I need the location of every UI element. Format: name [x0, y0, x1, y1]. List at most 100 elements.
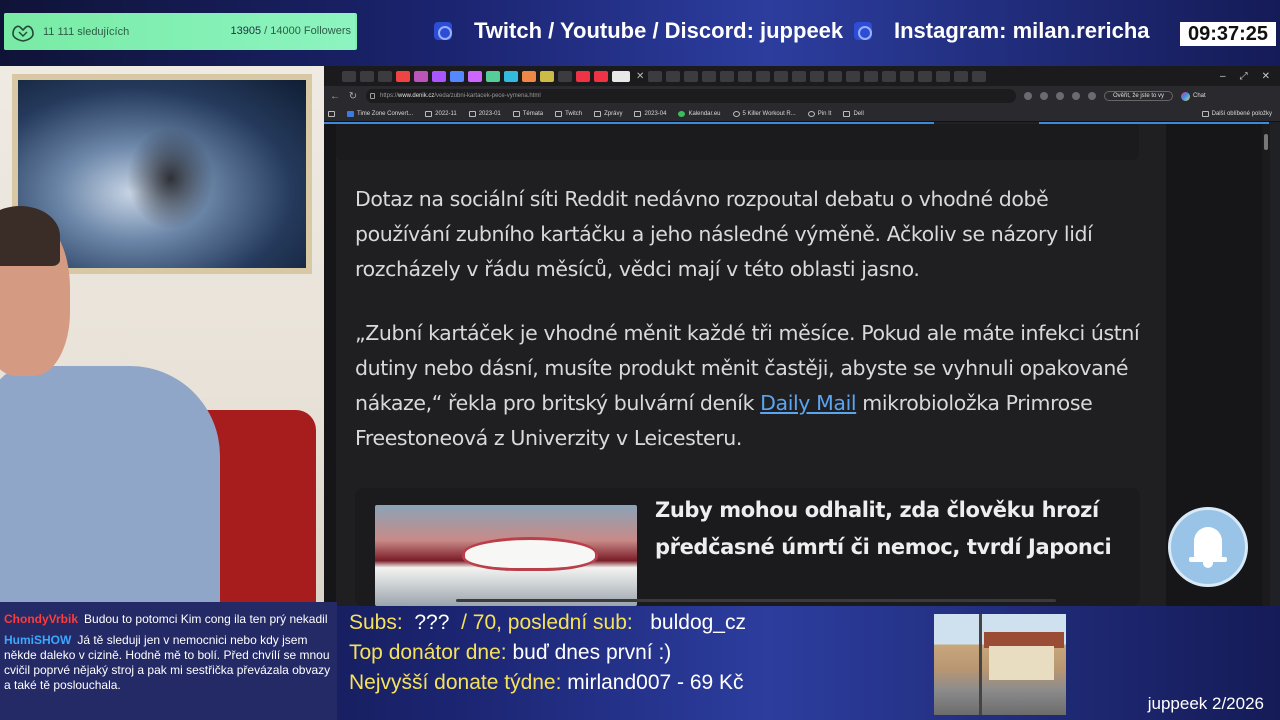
- browser-tab[interactable]: [558, 70, 572, 82]
- address-bar[interactable]: https://www.denik.cz/veda/zubni-kartacek…: [366, 89, 1016, 103]
- close-window-icon[interactable]: ✕: [1262, 71, 1270, 82]
- browser-tab[interactable]: [504, 70, 518, 82]
- tab-close-icon[interactable]: ✕: [636, 71, 644, 82]
- bookmark-icon: [732, 110, 740, 117]
- browser-tab[interactable]: [756, 70, 771, 82]
- browser-tab[interactable]: [918, 70, 933, 82]
- social-twitch-label: Twitch / Youtube / Discord: juppeek: [474, 18, 844, 43]
- bookmark-item[interactable]: Kalendar.eu: [678, 110, 721, 117]
- browser-tab[interactable]: [522, 70, 536, 82]
- browser-tab[interactable]: [810, 70, 825, 82]
- browser-tab[interactable]: [450, 70, 464, 82]
- maximize-icon[interactable]: ⤢: [1240, 71, 1248, 82]
- follower-label: 11 111 sledujících: [43, 25, 130, 38]
- copilot-chat-button[interactable]: Chat: [1181, 91, 1206, 101]
- extension-icon[interactable]: [1056, 92, 1064, 100]
- browser-tab[interactable]: [342, 70, 356, 82]
- browser-tab[interactable]: [720, 70, 735, 82]
- browser-tab[interactable]: [900, 70, 915, 82]
- stream-overlay: 11 111 sledujících 13905 / 14000 Followe…: [0, 0, 1280, 720]
- browser-tab[interactable]: [468, 70, 482, 82]
- bookmark-item[interactable]: 5 Killer Workout R...: [732, 110, 796, 117]
- top-donate-week-line: Nejvyšší donate týdne: mirland007 - 69 K…: [349, 671, 744, 694]
- bookmark-item[interactable]: 2023-04: [634, 110, 667, 117]
- chat-text: Budou to potomci Kim cong ila ten prý ne…: [84, 612, 328, 626]
- folder-icon: [594, 110, 602, 117]
- copilot-icon: [1181, 91, 1191, 101]
- bookmark-item[interactable]: Témata: [512, 110, 544, 117]
- outdoor-camera-feed: [934, 614, 1066, 715]
- bookmark-icon: [678, 110, 686, 117]
- browser-tab[interactable]: [684, 70, 699, 82]
- browser-tab[interactable]: [828, 70, 843, 82]
- twitch-icon: [434, 22, 452, 40]
- browser-tab[interactable]: [594, 70, 608, 82]
- browser-tab[interactable]: [576, 70, 590, 82]
- bookmark-label: Twitch: [565, 110, 583, 117]
- browser-tab[interactable]: [972, 70, 987, 82]
- minimize-icon[interactable]: –: [1220, 71, 1226, 82]
- bookmark-label: Témata: [522, 110, 544, 117]
- browser-tab[interactable]: [396, 70, 410, 82]
- scroll-thumb[interactable]: [1264, 134, 1268, 150]
- horizontal-scrollbar[interactable]: [456, 599, 1056, 602]
- browser-tab[interactable]: [774, 70, 789, 82]
- related-article-card[interactable]: Zuby mohou odhalit, zda člověku hrozí př…: [355, 488, 1140, 606]
- clock: 09:37:25: [1180, 22, 1276, 46]
- bookmark-label: 5 Killer Workout R...: [742, 110, 796, 117]
- browser-tab[interactable]: [846, 70, 861, 82]
- bookmarks-menu-icon[interactable]: [328, 110, 335, 117]
- notification-bell-button[interactable]: [1168, 507, 1248, 587]
- browser-tab[interactable]: [954, 70, 969, 82]
- stream-stats: Subs: ??? / 70, poslední sub: buldog_cz …: [349, 608, 746, 698]
- bookmark-item[interactable]: Time Zone Convert...: [347, 110, 413, 117]
- browser-tab[interactable]: [702, 70, 717, 82]
- reload-icon[interactable]: ↻: [348, 91, 358, 102]
- folder-icon: [468, 110, 476, 117]
- browser-tab[interactable]: [864, 70, 879, 82]
- follower-goal-bar: 11 111 sledujících 13905 / 14000 Followe…: [4, 13, 357, 50]
- browser-tab[interactable]: [648, 70, 663, 82]
- folder-icon: [843, 110, 851, 117]
- other-bookmarks[interactable]: Další oblíbené položky: [1201, 110, 1272, 117]
- back-icon[interactable]: ←: [330, 91, 340, 102]
- bookmark-item[interactable]: 2023-01: [468, 110, 501, 117]
- social-instagram-label: Instagram: milan.rericha: [894, 18, 1150, 43]
- bookmark-item[interactable]: Twitch: [555, 110, 583, 117]
- browser-tab[interactable]: [792, 70, 807, 82]
- article-paragraph-1: Dotaz na sociální síti Reddit nedávno ro…: [355, 187, 1093, 281]
- browser-tab[interactable]: [360, 70, 374, 82]
- browser-tab[interactable]: [936, 70, 951, 82]
- related-article-image[interactable]: [375, 505, 637, 606]
- favorites-icon[interactable]: [1088, 92, 1096, 100]
- browser-tab[interactable]: [414, 70, 428, 82]
- browser-tab[interactable]: [738, 70, 753, 82]
- bookmark-item[interactable]: Zprávy: [594, 110, 623, 117]
- vertical-scrollbar[interactable]: [1262, 124, 1270, 606]
- bookmark-label: Zprávy: [604, 110, 623, 117]
- verify-identity-button[interactable]: Ověřit, že jste to vy: [1104, 91, 1174, 101]
- bookmark-item[interactable]: 2022-11: [425, 110, 457, 117]
- browser-tab-active[interactable]: [612, 70, 630, 82]
- bookmark-label: Dell: [853, 110, 864, 117]
- favorite-star-icon[interactable]: [1040, 92, 1048, 100]
- browser-tab[interactable]: [486, 70, 500, 82]
- browser-tab[interactable]: [540, 70, 554, 82]
- chat-panel: ChondyVrbik Budou to potomci Kim cong ila…: [0, 602, 337, 720]
- bookmark-item[interactable]: Pin It: [807, 110, 832, 117]
- zoom-icon[interactable]: [1024, 92, 1032, 100]
- bookmark-item[interactable]: Dell: [843, 110, 864, 117]
- browser-tab[interactable]: [882, 70, 897, 82]
- browser-tab[interactable]: [666, 70, 681, 82]
- chat-username: HumiSHOW: [4, 633, 72, 647]
- bookmark-label: Pin It: [817, 110, 832, 117]
- split-screen-icon[interactable]: [1072, 92, 1080, 100]
- chat-message: HumiSHOW Já tě sleduji jen v nemocnici ne…: [4, 633, 337, 693]
- related-article-title[interactable]: Zuby mohou odhalit, zda člověku hrozí př…: [655, 492, 1115, 566]
- browser-tab[interactable]: [432, 70, 446, 82]
- tab-strip: ✕ – ⤢ ✕: [324, 66, 1280, 86]
- browser-tab[interactable]: [378, 70, 392, 82]
- bookmark-label: 2023-04: [644, 110, 667, 117]
- daily-mail-link[interactable]: Daily Mail: [760, 391, 856, 415]
- streamer-body: [0, 366, 220, 602]
